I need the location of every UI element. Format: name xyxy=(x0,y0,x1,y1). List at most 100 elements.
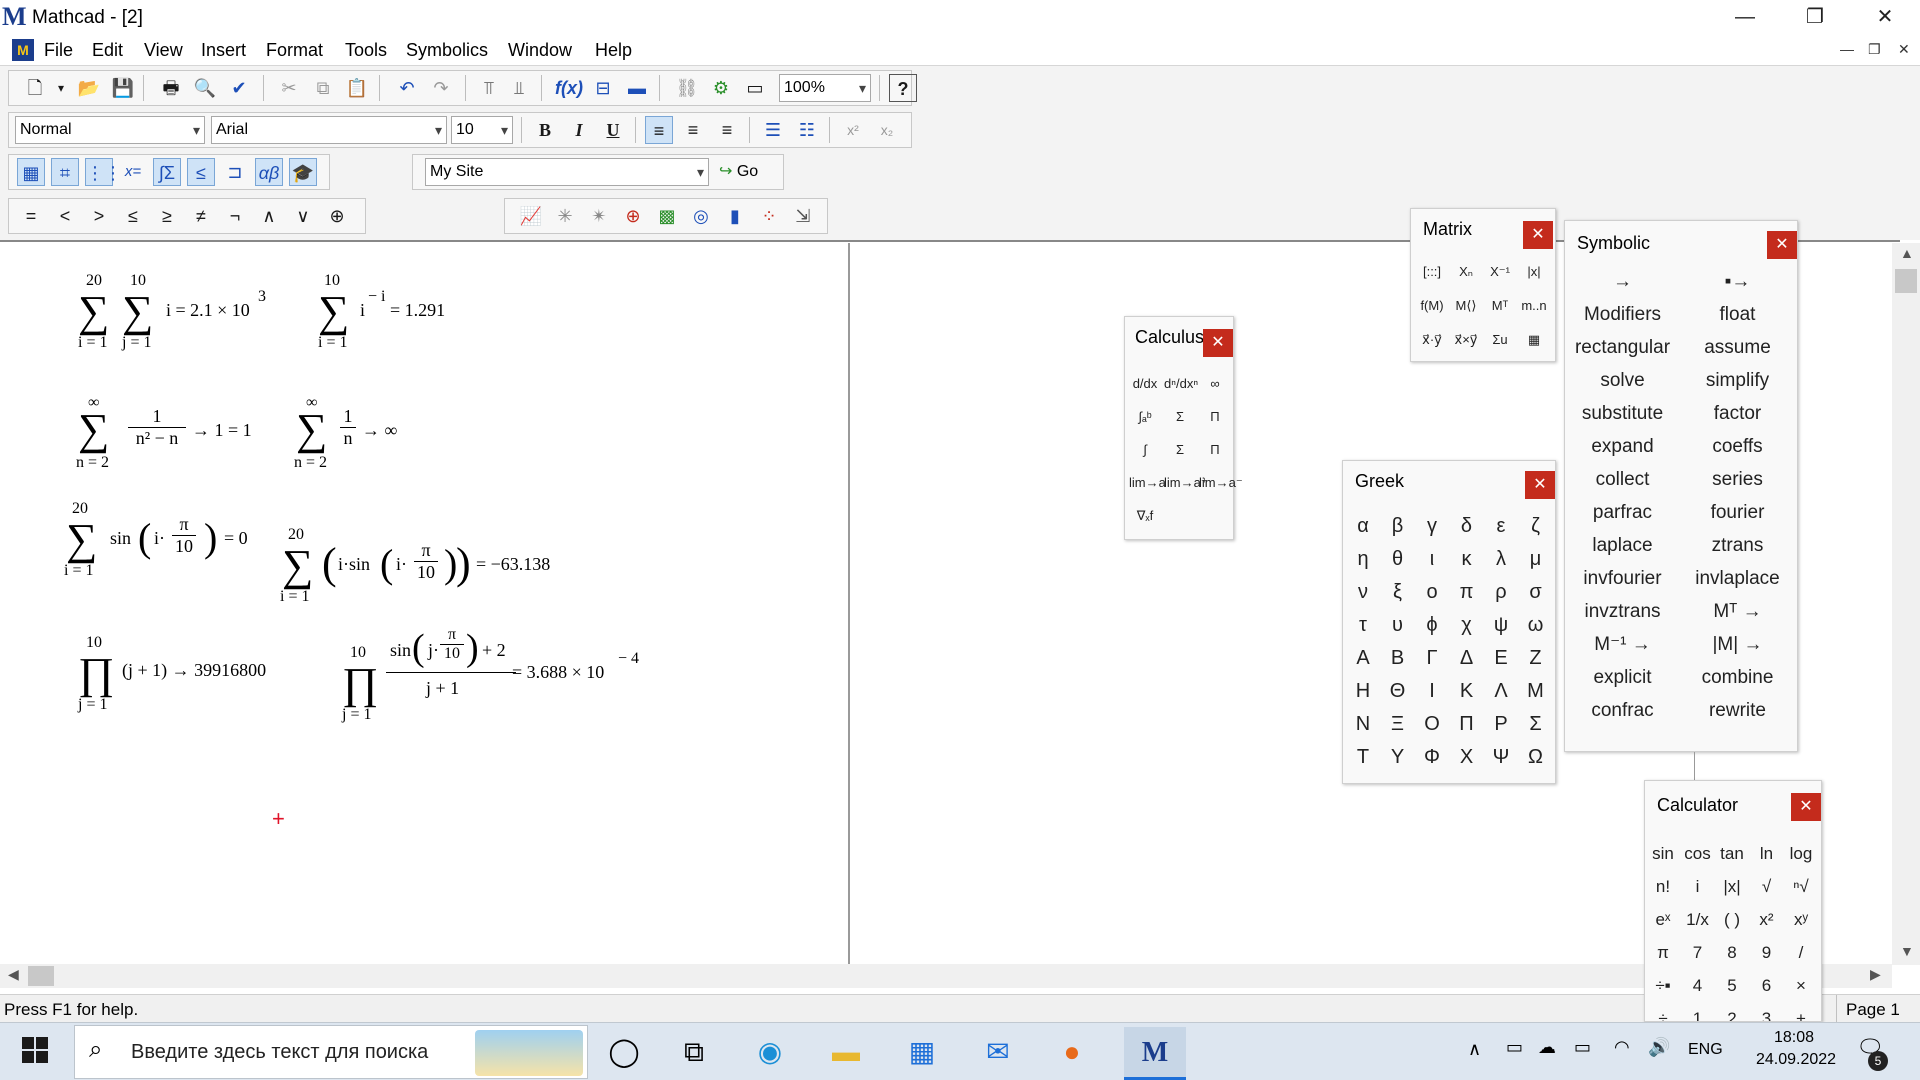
calculator-button-12[interactable]: ( ) xyxy=(1716,905,1748,935)
calculator-button-14[interactable]: xʸ xyxy=(1785,905,1817,935)
meet-now-icon[interactable]: ▭ xyxy=(1506,1037,1523,1058)
show-hidden-icons-icon[interactable]: ∧ xyxy=(1468,1039,1481,1060)
scroll-right-icon[interactable]: ▶ xyxy=(1870,966,1881,983)
symbolic-item-25[interactable]: combine xyxy=(1680,663,1795,693)
cut-icon[interactable]: ✂ xyxy=(275,74,303,102)
subscript-icon[interactable]: x₂ xyxy=(873,116,901,144)
matrix-button-5[interactable]: M⟨⟩ xyxy=(1451,291,1481,321)
edge-icon[interactable]: ◉ xyxy=(748,1031,792,1073)
evaluation-toolbar-icon[interactable]: x= xyxy=(119,158,147,186)
spell-check-icon[interactable]: ✔ xyxy=(225,74,253,102)
symbolic-item-23[interactable]: |M| → xyxy=(1680,630,1795,660)
calculator-button-20[interactable]: ÷▪ xyxy=(1647,971,1679,1001)
greek-letter-16[interactable]: ρ xyxy=(1485,577,1517,607)
calculator-button-10[interactable]: eˣ xyxy=(1647,905,1679,935)
menu-symbolics[interactable]: Symbolics xyxy=(406,40,488,61)
matrix-button-6[interactable]: Mᵀ xyxy=(1485,291,1515,321)
greek-letter-40[interactable]: Ρ xyxy=(1485,709,1517,739)
mathcad-taskbar-icon[interactable]: M xyxy=(1124,1027,1186,1079)
matrix-button-3[interactable]: |x| xyxy=(1519,257,1549,287)
align-center-icon[interactable]: ≡ xyxy=(679,116,707,144)
calculus-button-12[interactable]: ∇ₓf xyxy=(1129,501,1161,531)
greek-letter-9[interactable]: κ xyxy=(1451,544,1483,574)
calculator-button-7[interactable]: |x| xyxy=(1716,872,1748,902)
greek-letter-20[interactable]: ϕ xyxy=(1416,610,1448,640)
symbolic-item-19[interactable]: invlaplace xyxy=(1680,564,1795,594)
mdi-restore-button[interactable]: ❐ xyxy=(1868,41,1881,58)
calculator-button-1[interactable]: cos xyxy=(1682,839,1714,869)
volume-icon[interactable]: 🔊 xyxy=(1648,1037,1670,1058)
greek-letter-5[interactable]: ζ xyxy=(1520,511,1552,541)
file-explorer-icon[interactable]: ▬ xyxy=(824,1031,868,1073)
greek-letter-46[interactable]: Ψ xyxy=(1485,742,1517,772)
symbolic-item-4[interactable]: rectangular xyxy=(1565,333,1680,363)
greek-letter-37[interactable]: Ξ xyxy=(1382,709,1414,739)
mdi-minimize-button[interactable]: — xyxy=(1840,41,1854,57)
symbolic-close-button[interactable]: ✕ xyxy=(1767,231,1797,259)
greek-letter-35[interactable]: Μ xyxy=(1520,676,1552,706)
paste-icon[interactable]: 📋 xyxy=(343,74,371,102)
greek-letter-14[interactable]: ο xyxy=(1416,577,1448,607)
calculus-button-7[interactable]: Σ xyxy=(1164,435,1196,465)
greek-letter-39[interactable]: Π xyxy=(1451,709,1483,739)
restore-button[interactable]: ❐ xyxy=(1780,0,1850,34)
scroll-thumb[interactable] xyxy=(1895,269,1917,293)
greek-letter-6[interactable]: η xyxy=(1347,544,1379,574)
calculator-button-26[interactable]: 1 xyxy=(1682,1004,1714,1021)
greek-letter-42[interactable]: Τ xyxy=(1347,742,1379,772)
bool-greater-button[interactable]: > xyxy=(85,202,113,230)
bool-greater-equal-button[interactable]: ≥ xyxy=(153,202,181,230)
hscroll-thumb[interactable] xyxy=(28,966,54,986)
vector-field-icon[interactable]: ⇲ xyxy=(789,202,817,230)
greek-letter-11[interactable]: μ xyxy=(1520,544,1552,574)
symbolic-item-14[interactable]: parfrac xyxy=(1565,498,1680,528)
windows-start-icon[interactable] xyxy=(22,1037,48,1063)
greek-letter-30[interactable]: Η xyxy=(1347,676,1379,706)
symbolic-item-16[interactable]: laplace xyxy=(1565,531,1680,561)
insert-unit-icon[interactable]: ⊟ xyxy=(589,74,617,102)
calculator-button-11[interactable]: 1/x xyxy=(1682,905,1714,935)
symbolic-item-5[interactable]: assume xyxy=(1680,333,1795,363)
menu-view[interactable]: View xyxy=(144,40,183,61)
calculator-button-13[interactable]: x² xyxy=(1751,905,1783,935)
greek-letter-36[interactable]: Ν xyxy=(1347,709,1379,739)
greek-letter-17[interactable]: σ xyxy=(1520,577,1552,607)
align-left-icon[interactable]: ≡ xyxy=(645,116,673,144)
symbolic-item-6[interactable]: solve xyxy=(1565,366,1680,396)
horizontal-scrollbar[interactable]: ◀ ▶ xyxy=(0,964,1892,988)
menu-insert[interactable]: Insert xyxy=(201,40,246,61)
greek-letter-32[interactable]: Ι xyxy=(1416,676,1448,706)
new-icon[interactable]: 🗋 xyxy=(21,74,49,102)
greek-toolbar-icon[interactable]: αβ xyxy=(255,158,283,186)
symbolic-item-7[interactable]: simplify xyxy=(1680,366,1795,396)
bool-less-button[interactable]: < xyxy=(51,202,79,230)
bool-or-button[interactable]: ∨ xyxy=(289,202,317,230)
calculus-button-8[interactable]: Π xyxy=(1199,435,1231,465)
battery-icon[interactable]: ▭ xyxy=(1574,1037,1591,1058)
matrix-button-1[interactable]: Xₙ xyxy=(1451,257,1481,287)
xy-plot-icon[interactable]: 📈 xyxy=(517,202,545,230)
symbolic-toolbar-icon[interactable]: 🎓 xyxy=(289,158,317,186)
menu-edit[interactable]: Edit xyxy=(92,40,123,61)
bool-and-button[interactable]: ∧ xyxy=(255,202,283,230)
greek-letter-1[interactable]: β xyxy=(1382,511,1414,541)
symbolic-item-15[interactable]: fourier xyxy=(1680,498,1795,528)
greek-letter-2[interactable]: γ xyxy=(1416,511,1448,541)
calculus-close-button[interactable]: ✕ xyxy=(1203,329,1233,357)
menu-file[interactable]: File xyxy=(44,40,73,61)
menu-tools[interactable]: Tools xyxy=(345,40,387,61)
symbolic-item-3[interactable]: float xyxy=(1680,300,1795,330)
menu-format[interactable]: Format xyxy=(266,40,323,61)
align-top-icon[interactable]: ⫪ xyxy=(475,74,503,102)
calculus-button-1[interactable]: dⁿ/dxⁿ xyxy=(1164,369,1198,399)
calculus-button-3[interactable]: ∫ₐᵇ xyxy=(1129,402,1161,432)
calculus-palette[interactable]: Calculus ✕ d/dx dⁿ/dxⁿ ∞ ∫ₐᵇ Σ Π ∫ Σ Πlim→a lim→a… xyxy=(1124,316,1243,540)
symbolic-item-13[interactable]: series xyxy=(1680,465,1795,495)
greek-letter-24[interactable]: Α xyxy=(1347,643,1379,673)
cortana-icon[interactable]: ◯ xyxy=(602,1031,646,1073)
calculator-button-27[interactable]: 2 xyxy=(1716,1004,1748,1021)
matrix-button-11[interactable]: ▦ xyxy=(1519,325,1549,355)
graph-toolbar-icon[interactable]: ⌗ xyxy=(51,158,79,186)
calculus-button-10[interactable]: lim→a⁺ xyxy=(1164,468,1208,498)
symbolic-item-1[interactable]: ▪→ xyxy=(1680,267,1795,297)
